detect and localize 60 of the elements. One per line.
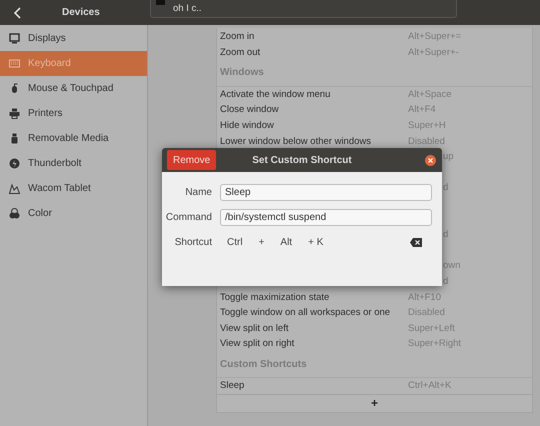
- field-label: Name: [184, 187, 212, 198]
- shortcut-keys: Super+Right: [408, 338, 462, 350]
- shortcut-keys: Alt+Super+-: [408, 46, 459, 58]
- field-label: Shortcut: [174, 237, 212, 248]
- bolt-icon: [9, 158, 20, 169]
- keyboard-icon: [9, 58, 20, 69]
- shortcut-keys: Super+H: [408, 120, 446, 132]
- text-field[interactable]: /bin/systemctl suspend: [220, 209, 432, 226]
- shortcut-keys: Disabled: [408, 307, 445, 318]
- printer-icon: [9, 108, 20, 119]
- shortcut-name[interactable]: Zoom in: [220, 31, 408, 42]
- shortcut-key: +: [258, 237, 264, 248]
- add-button[interactable]: +: [370, 396, 378, 410]
- shortcut-name[interactable]: Toggle window on all workspaces or one: [220, 307, 408, 318]
- shortcut-name[interactable]: Zoom out: [220, 46, 408, 58]
- shortcut-name[interactable]: Sleep: [220, 380, 408, 392]
- sidebar-item[interactable]: Printers: [0, 101, 147, 126]
- sidebar-item[interactable]: Wacom Tablet: [0, 176, 147, 201]
- mountain-icon: [9, 183, 20, 194]
- shortcut-keys: Alt+Space: [408, 88, 452, 100]
- shortcut-name[interactable]: Hide window: [220, 120, 408, 132]
- sidebar-item[interactable]: Mouse & Touchpad: [0, 76, 147, 101]
- square-icon: [156, 0, 165, 5]
- remove-button[interactable]: Remove: [167, 150, 216, 170]
- color-circles-icon: [9, 208, 20, 219]
- section-header: Windows: [220, 67, 264, 78]
- shortcut-keys: Super+Left: [408, 322, 455, 334]
- section-header: Custom Shortcuts: [220, 358, 307, 370]
- shortcut-keys: Alt+Super+=: [408, 31, 462, 42]
- text-field[interactable]: Sleep: [220, 184, 432, 201]
- shortcut-name[interactable]: View split on left: [220, 322, 408, 334]
- mouse-icon: [9, 83, 20, 94]
- shortcut-key: Alt: [280, 237, 292, 248]
- shortcut-keys: Alt+F10: [408, 292, 442, 303]
- shortcut-keys: Disabled: [408, 136, 445, 147]
- sidebar-item[interactable]: Removable Media: [0, 126, 147, 151]
- shortcut-name[interactable]: View split on right: [220, 338, 408, 350]
- field-label: Command: [164, 212, 212, 223]
- shortcut-name[interactable]: Toggle maximization state: [220, 292, 408, 303]
- backspace-icon[interactable]: [410, 238, 422, 247]
- shortcut-keys: Alt+F4: [408, 104, 436, 116]
- sidebar-item[interactable]: Displays: [0, 26, 147, 51]
- popup-text: oh I c..: [173, 3, 202, 14]
- shortcut-keys: Ctrl+Alt+K: [408, 380, 452, 392]
- shortcut-keys: up: [443, 151, 454, 162]
- dialog-title: Set Custom Shortcut: [252, 154, 352, 166]
- shortcut-keys: d: [443, 276, 448, 287]
- monitor-icon: [9, 33, 20, 44]
- close-icon[interactable]: [425, 155, 436, 166]
- shortcut-name[interactable]: Close window: [220, 104, 408, 116]
- shortcut-name[interactable]: Activate the window menu: [220, 88, 408, 100]
- header-title: Devices: [62, 7, 100, 18]
- usb-drive-icon: [9, 133, 20, 144]
- sidebar-item[interactable]: Thunderbolt: [0, 151, 147, 176]
- sidebar-item[interactable]: Color: [0, 201, 147, 226]
- shortcut-key: Ctrl: [227, 237, 243, 248]
- shortcut-key: + K: [308, 237, 324, 248]
- shortcut-keys: own: [443, 260, 460, 272]
- back-icon[interactable]: [14, 6, 22, 18]
- shortcut-name[interactable]: Lower window below other windows: [220, 136, 408, 147]
